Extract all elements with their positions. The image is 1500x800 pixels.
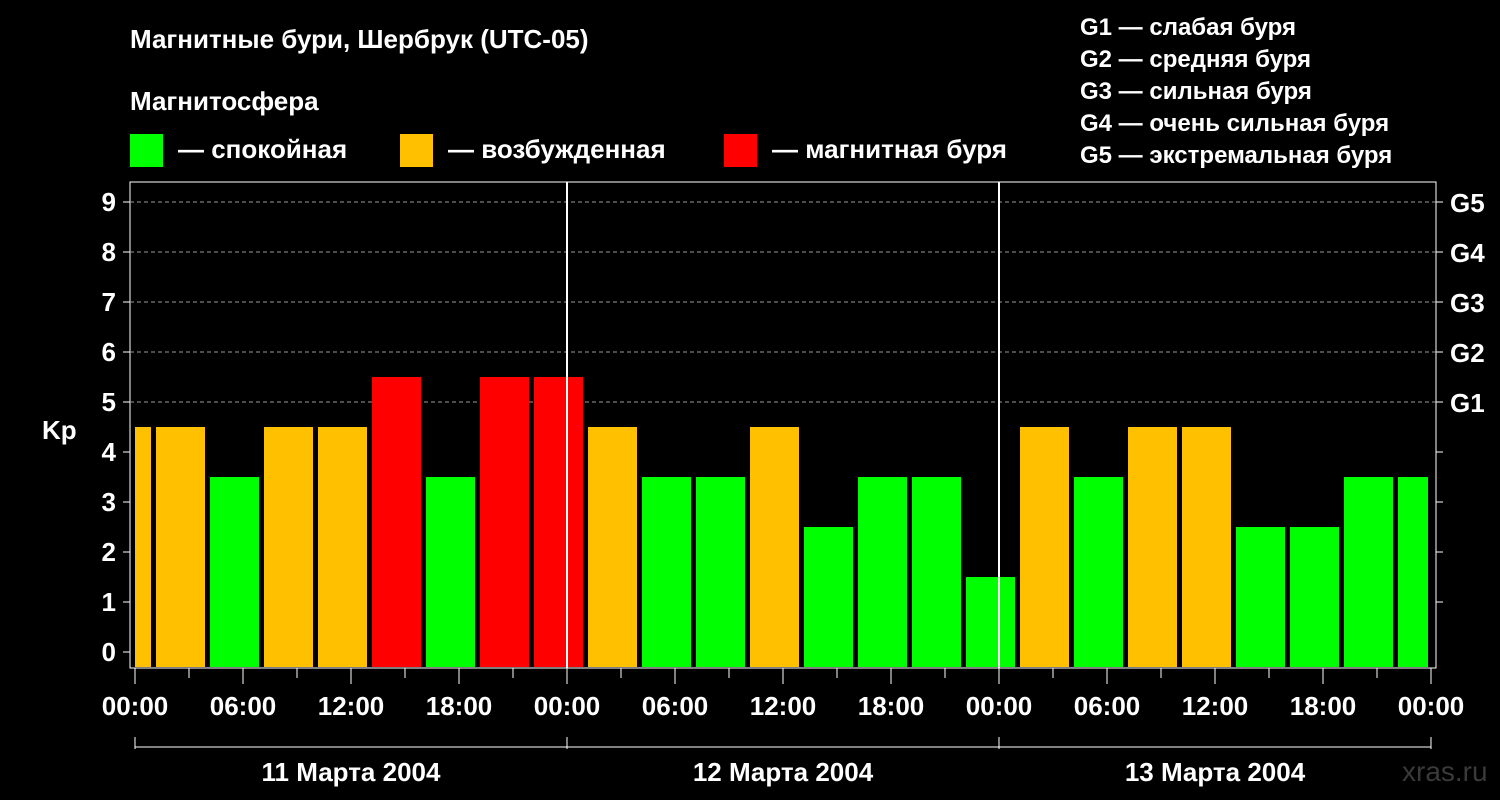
g-axis-label: G4 [1450, 238, 1485, 268]
y-tick-label: 3 [102, 487, 116, 517]
kp-chart: 0 1 2 3 4 5 6 7 8 9 G1 G2 G3 G4 G5 Kp 00:00 06:00 12:00 18:… [42, 181, 1485, 787]
kp-bar [696, 477, 745, 667]
kp-bar [426, 477, 475, 667]
kp-bar [1182, 427, 1231, 667]
x-tick-label: 18:00 [858, 691, 925, 721]
g-axis-label: G1 [1450, 388, 1485, 418]
kp-bar [1398, 477, 1428, 667]
kp-bar [1236, 527, 1285, 667]
y-tick-label: 6 [102, 337, 116, 367]
y-tick-label: 1 [102, 587, 116, 617]
kp-bar [1074, 477, 1123, 667]
x-tick-label: 06:00 [1074, 691, 1141, 721]
day-label: 11 Марта 2004 [262, 757, 441, 787]
x-tick-label: 12:00 [750, 691, 817, 721]
kp-bar [480, 377, 529, 667]
g-axis-label: G2 [1450, 338, 1485, 368]
kp-bar [318, 427, 367, 667]
kp-bar [372, 377, 421, 667]
x-tick-label: 06:00 [642, 691, 709, 721]
kp-bar [642, 477, 691, 667]
y-tick-label: 8 [102, 237, 116, 267]
kp-bar [1290, 527, 1339, 667]
x-tick-label: 18:00 [1290, 691, 1357, 721]
kp-bar [912, 477, 961, 667]
x-tick-label: 06:00 [210, 691, 277, 721]
x-tick-label: 00:00 [534, 691, 601, 721]
kp-bar [588, 427, 637, 667]
y-tick-label: 0 [102, 637, 116, 667]
kp-bar [804, 527, 853, 667]
g-axis-label: G5 [1450, 188, 1485, 218]
y-tick-label: 7 [102, 287, 116, 317]
kp-bar [858, 477, 907, 667]
kp-bar [1128, 427, 1177, 667]
watermark: xras.ru [1402, 756, 1488, 787]
x-tick-label: 00:00 [102, 691, 169, 721]
kp-bar [750, 427, 799, 667]
x-tick-label: 12:00 [1182, 691, 1249, 721]
kp-bar [1020, 427, 1069, 667]
x-tick-label: 00:00 [966, 691, 1033, 721]
kp-bar [156, 427, 205, 667]
x-tick-label: 12:00 [318, 691, 385, 721]
y-tick-label: 2 [102, 537, 116, 567]
kp-bar [135, 427, 151, 667]
y-tick-label: 5 [102, 387, 116, 417]
kp-bar [264, 427, 313, 667]
kp-bar [534, 377, 583, 667]
y-tick-label: 4 [102, 437, 117, 467]
y-axis-label: Kp [42, 415, 77, 445]
day-label: 13 Марта 2004 [1125, 757, 1306, 787]
x-tick-label: 00:00 [1398, 691, 1465, 721]
y-tick-label: 9 [102, 187, 116, 217]
kp-bar [966, 577, 1015, 667]
x-tick-label: 18:00 [426, 691, 493, 721]
day-label: 12 Марта 2004 [693, 757, 874, 787]
kp-bar [210, 477, 259, 667]
kp-bar [1344, 477, 1393, 667]
g-axis-label: G3 [1450, 288, 1485, 318]
